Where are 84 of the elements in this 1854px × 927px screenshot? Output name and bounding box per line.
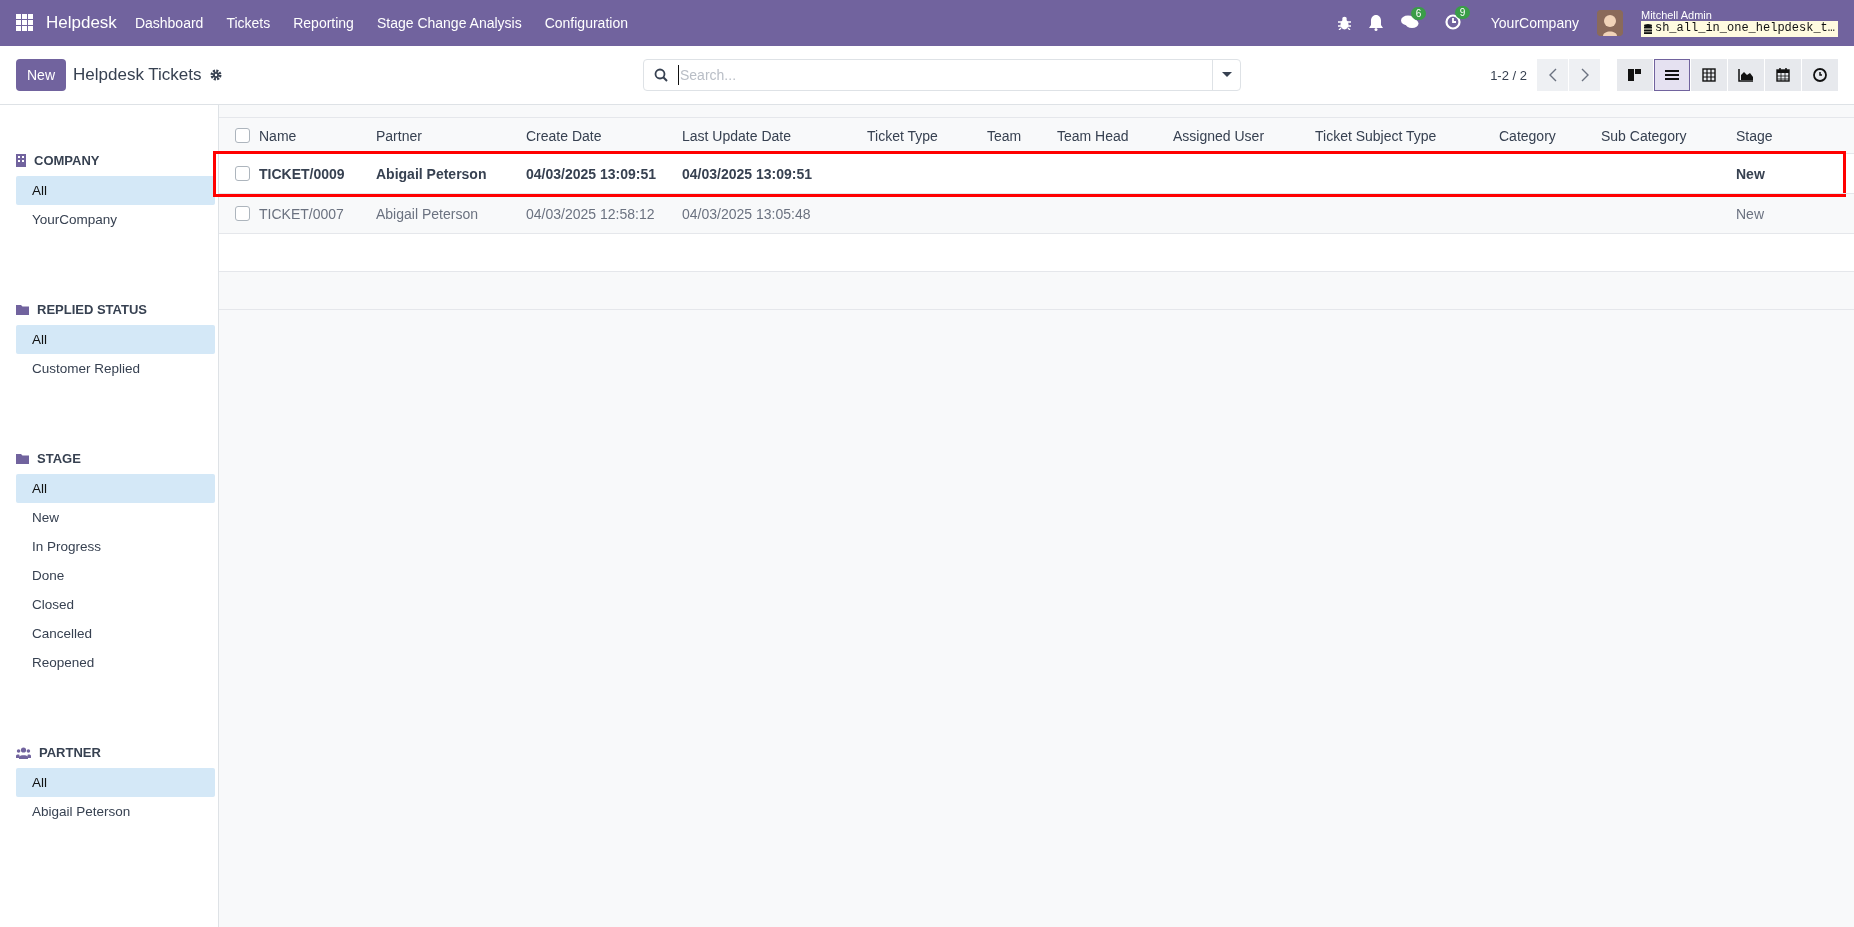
table-cell-text: Abigail Peterson xyxy=(376,205,479,222)
filter-item[interactable]: YourCompany xyxy=(16,205,215,234)
filter-item[interactable]: Closed xyxy=(16,590,215,619)
column-header[interactable]: Category xyxy=(1499,127,1601,144)
clock-icon xyxy=(1812,67,1828,83)
table-cell-text: 04/03/2025 12:58:12 xyxy=(526,205,656,222)
filter-item[interactable]: Reopened xyxy=(16,648,215,677)
view-switch-button[interactable] xyxy=(1765,59,1801,91)
new-button[interactable]: New xyxy=(16,59,66,91)
row-checkbox[interactable] xyxy=(234,166,250,181)
column-header[interactable]: Assigned User xyxy=(1173,127,1315,144)
column-header[interactable]: Ticket Type xyxy=(867,127,987,144)
view-switch-button[interactable] xyxy=(1802,59,1838,91)
view-switch-button[interactable] xyxy=(1728,59,1764,91)
filter-item[interactable]: In Progress xyxy=(16,532,215,561)
filter-item[interactable]: All xyxy=(16,768,215,797)
user-name[interactable]: Mitchell Admin xyxy=(1640,9,1838,22)
column-header[interactable]: Team Head xyxy=(1057,127,1173,144)
column-header[interactable]: Stage xyxy=(1736,127,1854,144)
menu-item[interactable]: Configuration xyxy=(544,15,628,31)
table-cell-text: Abigail Peterson xyxy=(376,165,488,182)
view-switch-button[interactable] xyxy=(1617,59,1653,91)
database-name: sh_all_in_one_helpdesk_t… xyxy=(1640,21,1838,37)
column-header[interactable]: Ticket Subject Type xyxy=(1315,127,1499,144)
company-switcher[interactable]: YourCompany xyxy=(1490,15,1579,31)
menu-item[interactable]: Dashboard xyxy=(134,15,204,31)
select-all-checkbox[interactable] xyxy=(234,128,250,143)
message-count-badge: 6 xyxy=(1410,6,1427,20)
pager-value[interactable]: 1-2 / 2 xyxy=(1490,67,1527,83)
column-header[interactable]: Sub Category xyxy=(1601,127,1736,144)
filter-item[interactable]: Customer Replied xyxy=(16,354,215,383)
table-cell-text: 04/03/2025 13:09:51 xyxy=(682,165,813,182)
clock-icon[interactable] xyxy=(1444,13,1461,30)
search-field[interactable]: Search... xyxy=(643,59,1241,91)
chevron-left-icon xyxy=(1548,68,1557,82)
table-cell-text: 04/03/2025 13:05:48 xyxy=(682,205,812,222)
table-cell-text: New xyxy=(1736,165,1766,182)
chevron-right-icon xyxy=(1580,68,1589,82)
table-icon xyxy=(1701,67,1717,83)
menu-item[interactable]: Reporting xyxy=(293,15,354,31)
view-switch-button[interactable] xyxy=(1691,59,1727,91)
table-cell-text: TICKET/0007 xyxy=(259,205,345,222)
row-checkbox[interactable] xyxy=(234,206,250,221)
caret-icon xyxy=(1221,72,1232,78)
calendar-icon xyxy=(1775,67,1791,83)
area-chart-icon xyxy=(1738,67,1754,83)
column-header[interactable]: Team xyxy=(987,127,1057,144)
page-title: Helpdesk Tickets xyxy=(73,65,202,85)
column-header[interactable]: Name xyxy=(259,127,376,144)
filter-group-title: COMPANY xyxy=(34,153,100,168)
bell-icon[interactable] xyxy=(1368,15,1383,31)
kanban-icon xyxy=(1627,67,1643,83)
filter-item[interactable]: New xyxy=(16,503,215,532)
filter-item[interactable]: All xyxy=(16,325,215,354)
bug-icon[interactable] xyxy=(1337,16,1351,30)
table-cell-text: TICKET/0009 xyxy=(259,165,346,182)
filter-item[interactable]: All xyxy=(16,474,215,503)
filter-group-title: PARTNER xyxy=(39,745,101,760)
table-cell-text: New xyxy=(1736,205,1765,222)
column-header[interactable]: Create Date xyxy=(526,127,682,144)
filter-item[interactable]: Cancelled xyxy=(16,619,215,648)
avatar-icon[interactable] xyxy=(1596,10,1623,36)
filter-group-title: REPLIED STATUS xyxy=(37,302,148,317)
apps-grid-icon[interactable] xyxy=(16,14,34,32)
filter-item[interactable]: All xyxy=(16,176,215,205)
folder-icon xyxy=(16,304,29,315)
column-header[interactable]: Partner xyxy=(376,127,526,144)
app-name[interactable]: Helpdesk xyxy=(46,13,117,33)
filter-item[interactable]: Done xyxy=(16,561,215,590)
building-icon xyxy=(16,154,26,167)
filter-item[interactable]: Abigail Peterson xyxy=(16,797,215,826)
menu-item[interactable]: Tickets xyxy=(226,15,271,31)
database-icon xyxy=(1643,24,1652,35)
search-icon xyxy=(654,68,668,82)
settings-icon[interactable] xyxy=(209,69,222,81)
folder-icon xyxy=(16,453,29,464)
menu-item[interactable]: Stage Change Analysis xyxy=(376,15,522,31)
filter-group-title: STAGE xyxy=(37,451,81,466)
column-header[interactable]: Last Update Date xyxy=(682,127,867,144)
table-cell-text: 04/03/2025 13:09:51 xyxy=(526,165,657,182)
list-icon xyxy=(1664,67,1680,83)
users-icon xyxy=(16,746,31,759)
activity-count-badge: 9 xyxy=(1454,5,1471,19)
view-switch-button[interactable] xyxy=(1654,59,1690,91)
